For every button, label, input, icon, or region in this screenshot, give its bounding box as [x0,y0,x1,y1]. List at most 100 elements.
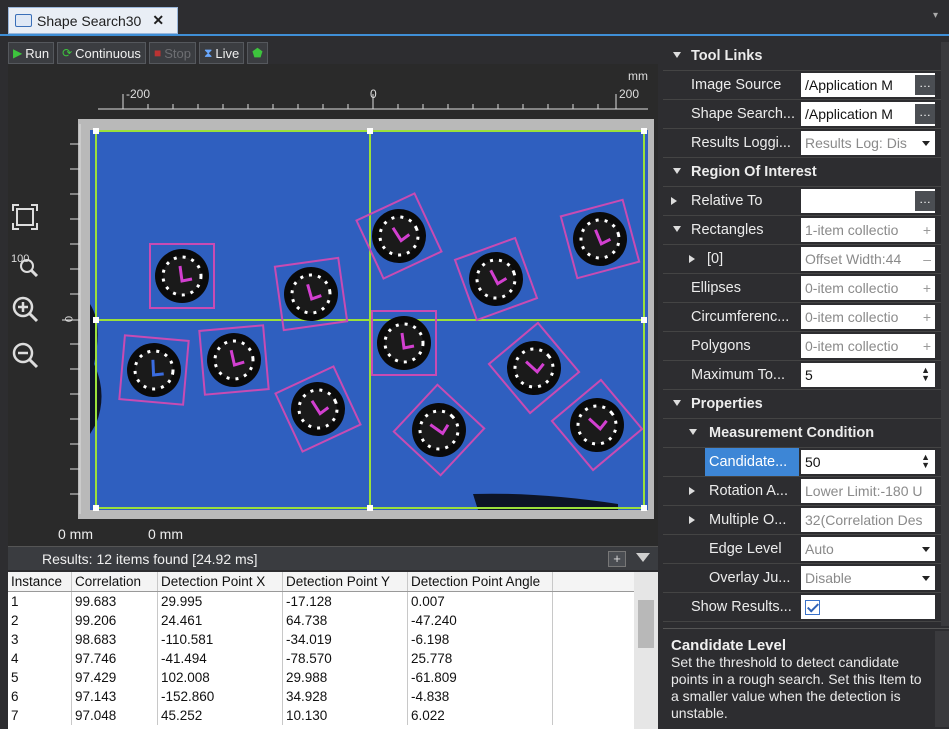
cell: 0.007 [408,592,553,611]
col-extra[interactable] [553,572,634,591]
section-tool-links[interactable]: Tool Links [663,42,941,71]
cell: 29.988 [283,668,408,687]
pin-button[interactable]: ⬟ [247,42,268,64]
tab-dropdown-icon[interactable]: ▾ [933,10,943,21]
prop-label: Overlay Ju... [709,570,791,586]
add-column-button[interactable]: + [608,551,626,567]
prop-image-source[interactable]: Image Source /Application M… [663,71,941,100]
prop-circumference[interactable]: Circumferenc... 0-item collectio + [663,303,941,332]
browse-icon[interactable]: … [915,191,935,211]
continuous-button[interactable]: ⟳ Continuous [57,42,146,64]
spin-icon[interactable]: ▲ ▼ [921,366,930,383]
remove-icon[interactable]: – [923,247,931,271]
circumference-field[interactable]: 0-item collectio + [801,305,935,329]
cell: 1 [8,592,72,611]
cell: -78.570 [283,649,408,668]
relative-to-field[interactable]: … [801,189,935,213]
prop-overlay[interactable]: Overlay Ju... Disable [663,564,941,593]
rectangles-field[interactable]: 1-item collectio + [801,218,935,242]
stop-button[interactable]: ■ Stop [148,42,196,64]
svg-text:100: 100 [11,253,29,265]
polygons-field[interactable]: 0-item collectio + [801,334,935,358]
rect-0-field[interactable]: Offset Width:44– [801,247,935,271]
table-row[interactable]: 5 97.429 102.008 29.988 -61.809 [8,668,634,687]
table-scrollbar[interactable] [634,572,658,729]
cell [553,706,634,725]
property-scrollbar[interactable] [941,42,949,626]
col-correlation[interactable]: Correlation [72,572,158,591]
section-label: Region Of Interest [691,164,817,180]
add-icon[interactable]: + [923,305,931,329]
results-table[interactable]: Instance Correlation Detection Point X D… [8,572,634,729]
zoom-100-icon[interactable]: 100 [8,246,42,280]
close-tab-icon[interactable]: ✕ [152,12,164,29]
show-results-checkbox-field[interactable] [801,595,935,619]
col-detection-y[interactable]: Detection Point Y [283,572,408,591]
prop-maximum[interactable]: Maximum To... 5 ▲ ▼ [663,361,941,390]
cell: 7 [8,706,72,725]
scroll-thumb[interactable] [638,600,654,648]
table-row[interactable]: 6 97.143 -152.860 34.928 -4.838 [8,687,634,706]
prop-rectangles[interactable]: Rectangles 1-item collectio + [663,216,941,245]
prop-multiple[interactable]: Multiple O... 32(Correlation Des [663,506,941,535]
section-measurement[interactable]: Measurement Condition [663,419,941,448]
image-viewport[interactable]: mm -200 0 200 0 0 mm 0 mm [8,64,658,546]
prop-relative-to[interactable]: Relative To … [663,187,941,216]
tab-shape-search[interactable]: Shape Search30 ✕ [8,7,178,34]
table-row[interactable]: 4 97.746 -41.494 -78.570 25.778 [8,649,634,668]
run-button[interactable]: ▶ Run [8,42,55,64]
shape-search-field[interactable]: /Application M… [801,102,935,126]
origin-y-label: 0 mm [148,526,183,542]
help-title: Candidate Level [671,637,787,654]
prop-ellipses[interactable]: Ellipses 0-item collectio + [663,274,941,303]
overlay-select[interactable]: Disable [801,566,935,590]
add-icon[interactable]: + [923,334,931,358]
col-detection-x[interactable]: Detection Point X [158,572,283,591]
add-icon[interactable]: + [923,218,931,242]
collapse-results-icon[interactable] [636,553,650,562]
live-button[interactable]: ⧗ Live [198,42,245,64]
edge-level-select[interactable]: Auto [801,537,935,561]
checkbox-checked-icon[interactable] [805,600,820,615]
cell: 97.429 [72,668,158,687]
col-detection-angle[interactable]: Detection Point Angle [408,572,553,591]
table-row[interactable]: 7 97.048 45.252 10.130 6.022 [8,706,634,725]
prop-edge-level[interactable]: Edge Level Auto [663,535,941,564]
cell [553,611,634,630]
section-roi[interactable]: Region Of Interest [663,158,941,187]
prop-rotation[interactable]: Rotation A... Lower Limit:-180 U [663,477,941,506]
prop-label: Relative To [691,193,763,209]
ellipses-field[interactable]: 0-item collectio + [801,276,935,300]
table-row[interactable]: 3 98.683 -110.581 -34.019 -6.198 [8,630,634,649]
help-scrollbar[interactable] [935,631,949,727]
add-icon[interactable]: + [923,276,931,300]
chevron-down-icon [922,141,930,146]
candidate-stepper[interactable]: 50 ▲ ▼ [801,450,935,474]
ruler-label-neg200: -200 [126,87,150,101]
results-logging-select[interactable]: Results Log: Dis [801,131,935,155]
zoom-in-icon[interactable] [8,292,42,326]
col-instance[interactable]: Instance [8,572,72,591]
zoom-out-icon[interactable] [8,338,42,372]
table-row[interactable]: 1 99.683 29.995 -17.128 0.007 [8,592,634,611]
cell: 25.778 [408,649,553,668]
rotation-field[interactable]: Lower Limit:-180 U [801,479,935,503]
image-source-field[interactable]: /Application M… [801,73,935,97]
cell: 29.995 [158,592,283,611]
spin-icon[interactable]: ▲ ▼ [921,453,930,470]
browse-icon[interactable]: … [915,75,935,95]
browse-icon[interactable]: … [915,104,935,124]
prop-rect-0[interactable]: [0] Offset Width:44– [663,245,941,274]
maximum-stepper[interactable]: 5 ▲ ▼ [801,363,935,387]
prop-polygons[interactable]: Polygons 0-item collectio + [663,332,941,361]
fit-to-window-icon[interactable] [8,200,42,234]
multiple-field[interactable]: 32(Correlation Des [801,508,935,532]
prop-label: Image Source [691,77,782,93]
prop-show-results[interactable]: Show Results... [663,593,941,622]
stop-icon: ■ [153,46,162,60]
prop-results-logging[interactable]: Results Loggi... Results Log: Dis [663,129,941,158]
prop-candidate[interactable]: Candidate... 50 ▲ ▼ [663,448,941,477]
section-properties[interactable]: Properties [663,390,941,419]
table-row[interactable]: 2 99.206 24.461 64.738 -47.240 [8,611,634,630]
prop-shape-search[interactable]: Shape Search... /Application M… [663,100,941,129]
